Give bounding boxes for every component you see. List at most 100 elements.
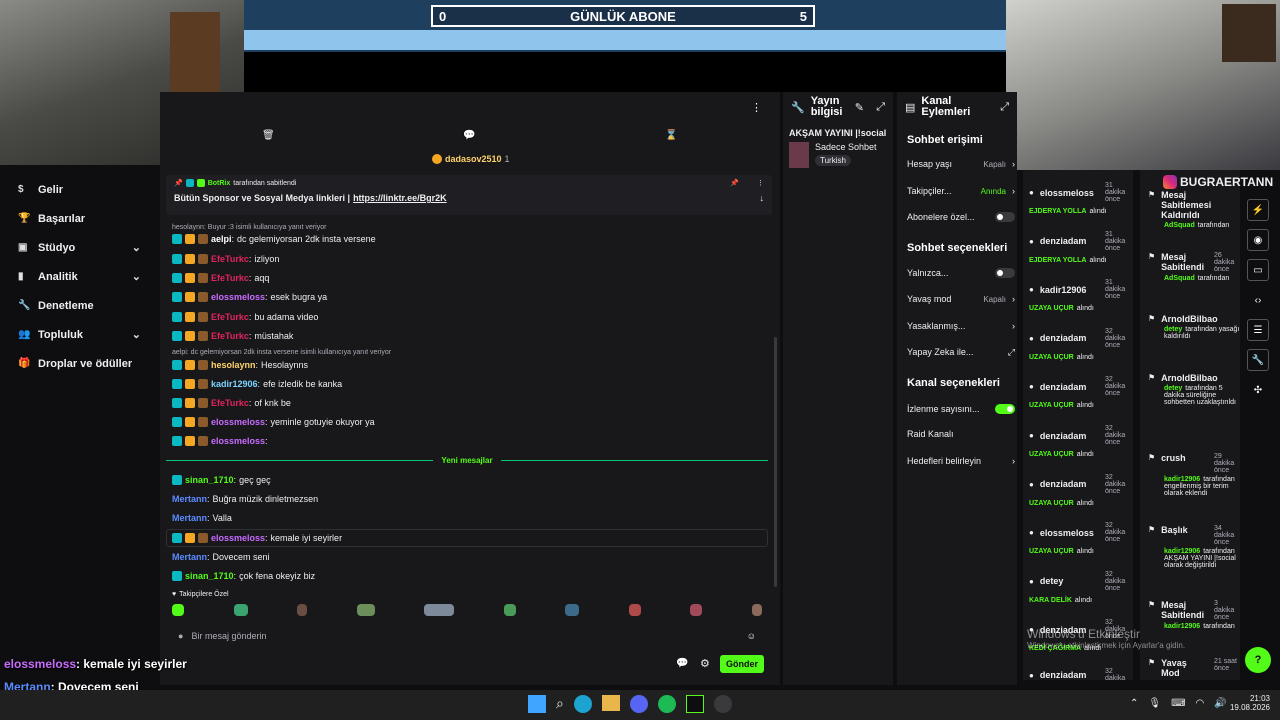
chat-username[interactable]: sinan_1710 — [185, 475, 234, 485]
lightning-icon[interactable]: ⚡ — [1247, 199, 1269, 221]
chat-username[interactable]: elossmeloss — [211, 417, 265, 427]
chat-message[interactable]: EfeTurkc: izliyon — [172, 252, 279, 266]
chat-message[interactable]: EfeTurkc: müstahak — [172, 329, 293, 343]
setting-row[interactable]: Yavaş mod Kapalı › — [907, 292, 1015, 306]
setting-row[interactable]: Yapay Zeka ile... ⤢ — [907, 345, 1015, 359]
chat-message[interactable]: Mertann: Buğra müzik dinletmezsen — [172, 492, 318, 506]
search-icon[interactable]: ⌕ — [556, 695, 564, 713]
chat-username[interactable]: kadir12906 — [211, 379, 258, 389]
emote[interactable] — [356, 604, 375, 616]
activity-user[interactable]: elossmeloss — [1040, 188, 1094, 198]
chat-message[interactable]: EfeTurkc: bu adama video — [172, 310, 318, 324]
chat-message[interactable]: kadir12906: efe izledik be kanka — [172, 377, 342, 391]
chat-username[interactable]: elossmeloss — [211, 292, 265, 302]
pinned-more-icon[interactable]: ⋮ — [757, 179, 764, 187]
edit-icon[interactable]: ✎ — [855, 101, 864, 114]
emote[interactable] — [751, 604, 762, 616]
help-button[interactable]: ? — [1245, 647, 1271, 673]
moderation-by[interactable]: kadir12906 — [1164, 548, 1200, 555]
chat-username[interactable]: EfeTurkc — [211, 254, 249, 264]
setting-row[interactable]: Abonelere özel... — [907, 210, 1015, 224]
emote[interactable] — [297, 604, 308, 616]
activity-user[interactable]: denziadam — [1040, 333, 1087, 343]
arrow-down-icon[interactable]: ↓ — [760, 193, 765, 203]
sidebar-item-analitik[interactable]: ▮ Analitik ⌄ — [0, 262, 155, 291]
sidebar-item-gelir[interactable]: $ Gelir — [0, 175, 155, 204]
chat-message[interactable]: aelpi: dc gelemiyorsan 2dk insta versene — [172, 232, 376, 246]
category-name[interactable]: Sadece Sohbet — [815, 142, 877, 152]
wifi-icon[interactable]: ◠ — [1196, 698, 1205, 709]
trash-icon[interactable]: 🗑 — [262, 130, 275, 141]
file-explorer-icon[interactable] — [601, 695, 620, 711]
chevron-up-icon[interactable]: ⌃ — [1130, 698, 1138, 709]
chat-username[interactable]: aelpi — [211, 234, 232, 244]
activity-user[interactable]: denziadam — [1040, 382, 1087, 392]
popout-icon[interactable]: ⤢ — [1000, 101, 1009, 114]
target-icon[interactable]: ◉ — [1247, 229, 1269, 251]
toggle-switch[interactable] — [995, 268, 1015, 278]
chat-username[interactable]: EfeTurkc — [211, 273, 249, 283]
moderation-by[interactable]: kadir12906 — [1164, 476, 1200, 483]
activity-user[interactable]: elossmeloss — [1040, 528, 1094, 538]
moderation-by[interactable]: detey — [1164, 326, 1182, 333]
setting-row[interactable]: Raid Kanalı — [907, 427, 1015, 441]
emoji-icon[interactable]: ☺ — [747, 631, 756, 641]
mic-icon[interactable]: 🎙 — [1148, 698, 1161, 709]
obs-icon[interactable] — [713, 695, 732, 713]
wrench-icon[interactable]: 🔧 — [1247, 349, 1269, 371]
setting-row[interactable]: Yasaklanmış... › — [907, 319, 1015, 333]
emote[interactable] — [233, 604, 248, 616]
discord-icon[interactable] — [629, 695, 648, 713]
unpin-icon[interactable]: 📌 — [730, 179, 739, 187]
activity-user[interactable]: denziadam — [1040, 670, 1087, 680]
chat-username[interactable]: hesolaynn — [211, 360, 256, 370]
setting-row[interactable]: İzlenme sayısını... — [907, 402, 1015, 416]
chat-username[interactable]: elossmeloss — [211, 533, 265, 543]
chat-message[interactable]: hesolaynn: Hesolaynns — [172, 358, 308, 372]
setting-row[interactable]: Takipçiler... Anında › — [907, 184, 1015, 198]
clock[interactable]: 21:03 19.08.2026 — [1226, 694, 1270, 712]
pinned-link[interactable]: https://linktr.ee/Bgr2K — [353, 193, 447, 203]
chat-bubble-icon[interactable]: 💬 — [676, 658, 688, 669]
chat-message[interactable]: elossmeloss: kemale iyi seyirler — [172, 531, 342, 545]
emote[interactable] — [628, 604, 641, 616]
moderation-by[interactable]: detey — [1164, 385, 1182, 392]
chat-scrollbar[interactable] — [774, 337, 777, 587]
activity-user[interactable]: denziadam — [1040, 479, 1087, 489]
windows-start-icon[interactable] — [528, 695, 546, 713]
chat-username[interactable]: Mertann — [172, 513, 207, 523]
more-icon[interactable]: ⋮ — [751, 101, 762, 114]
chat-username[interactable]: Mertann — [172, 494, 207, 504]
chat-icon[interactable]: ▭ — [1247, 259, 1269, 281]
emote[interactable] — [172, 604, 184, 616]
chat-username[interactable]: EfeTurkc — [211, 398, 249, 408]
puzzle-icon[interactable]: ✣ — [1247, 379, 1269, 401]
volume-icon[interactable]: 🔊 — [1214, 698, 1226, 709]
toggle-switch[interactable] — [995, 212, 1015, 222]
sidebar-item-studyo[interactable]: ▣ Stüdyo ⌄ — [0, 233, 155, 262]
code-icon[interactable]: ‹› — [1247, 289, 1269, 311]
chat-message[interactable]: elossmeloss: — [172, 434, 271, 448]
chat-message[interactable]: EfeTurkc: aqq — [172, 271, 269, 285]
activity-user[interactable]: detey — [1040, 576, 1064, 586]
sidebar-item-basarilar[interactable]: 🏆 Başarılar — [0, 204, 155, 233]
activity-user[interactable]: kadir12906 — [1040, 285, 1087, 295]
activity-user[interactable]: denziadam — [1040, 236, 1087, 246]
chat-bubble-icon[interactable]: 💬 — [463, 130, 475, 141]
sidebar-item-topluluk[interactable]: 👥 Topluluk ⌄ — [0, 320, 155, 349]
emote[interactable] — [503, 604, 516, 616]
kick-icon[interactable] — [685, 695, 704, 713]
chat-username[interactable]: EfeTurkc — [211, 312, 249, 322]
chat-username[interactable]: Mertann — [172, 552, 207, 562]
chat-message[interactable]: Mertann: Valla — [172, 511, 232, 525]
hourglass-icon[interactable]: ⌛ — [665, 130, 677, 141]
language-tag[interactable]: Turkish — [815, 155, 851, 166]
chat-message[interactable]: EfeTurkc: of knk be — [172, 396, 291, 410]
chat-input[interactable]: ● Bir mesaj gönderin ☺ — [172, 627, 762, 645]
chat-message[interactable]: sinan_1710: çok fena okeyiz biz — [172, 569, 315, 583]
setting-row[interactable]: Yalnızca... — [907, 266, 1015, 280]
gear-icon[interactable]: ⚙ — [700, 657, 710, 670]
chat-message[interactable]: elossmeloss: esek bugra ya — [172, 290, 327, 304]
send-button[interactable]: Gönder — [720, 655, 764, 673]
popout-icon[interactable]: ⤢ — [876, 101, 885, 114]
